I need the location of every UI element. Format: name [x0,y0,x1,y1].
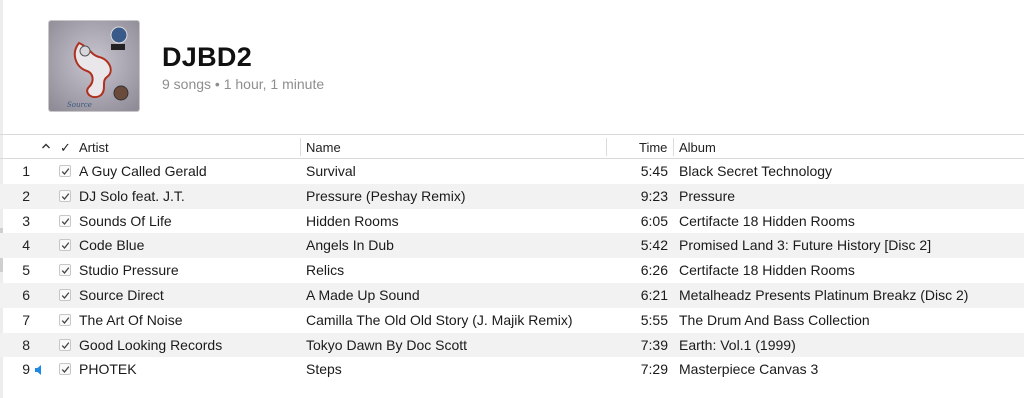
playlist-header: Source DJBD2 9 songs • 1 hour, 1 minute [0,0,1024,133]
track-row[interactable]: 4 Code Blue Angels In Dub 5:42 Promised Land… [0,233,1024,259]
track-row[interactable]: 7 The Art Of Noise Camilla The Old Old Sto… [0,308,1024,333]
album-artwork[interactable]: Source [49,21,139,111]
column-header-artist[interactable]: Artist [79,140,109,155]
track-checkbox[interactable] [59,313,71,326]
column-header-time[interactable]: Time [639,140,667,155]
column-header-album[interactable]: Album [679,140,716,155]
track-checkbox[interactable] [59,338,71,351]
track-time: 6:21 [640,286,668,303]
track-name: Camilla The Old Old Story (J. Majik Remi… [306,311,573,328]
track-name: Survival [306,163,356,179]
track-time: 5:42 [640,237,668,254]
track-artist: Good Looking Records [79,336,223,353]
track-artist: PHOTEK [79,361,137,378]
column-divider[interactable] [300,138,301,156]
svg-text:Source: Source [67,101,92,109]
column-header-name[interactable]: Name [306,140,341,155]
track-album: Certifacte 18 Hidden Rooms [679,212,855,229]
track-number: 6 [22,286,30,303]
playlist-title[interactable]: DJBD2 [162,42,252,73]
track-time: 6:26 [640,262,668,279]
track-artist: A Guy Called Gerald [79,163,207,179]
track-album: Certifacte 18 Hidden Rooms [679,262,855,279]
track-checkbox[interactable] [59,288,71,301]
track-artist: Source Direct [79,286,164,303]
track-name: Pressure (Peshay Remix) [306,187,466,204]
track-name: Relics [306,262,345,279]
track-artist: Sounds Of Life [79,212,172,229]
track-number: 2 [22,187,30,204]
track-album: Masterpiece Canvas 3 [679,361,819,378]
playlist-view: Source DJBD2 9 songs • 1 hour, 1 minute … [0,0,1024,398]
track-name: Tokyo Dawn By Doc Scott [306,336,468,353]
track-row[interactable]: 6 Source Direct A Made Up Sound 6:21 Metalhe… [0,282,1024,308]
track-checkbox[interactable] [59,189,71,202]
track-number: 7 [22,311,30,328]
track-checkbox[interactable] [59,239,71,252]
track-row[interactable]: 1 A Guy Called Gerald Survival 5:45 Black Se… [0,159,1024,184]
track-checkbox[interactable] [59,165,71,177]
track-checkbox[interactable] [59,363,71,376]
track-name: Hidden Rooms [306,212,399,229]
track-time: 9:23 [640,187,668,204]
track-artist: Code Blue [79,237,145,254]
track-time: 5:55 [640,311,668,328]
column-divider[interactable] [673,138,674,156]
track-row[interactable]: 9 PHOTEK Steps 7:29 Masterpiece Canvas 3 [0,357,1024,382]
track-album: Metalheadz Presents Platinum Breakz (Dis… [679,286,969,303]
track-number: 1 [22,163,30,179]
check-column-header[interactable]: ✓ [60,140,72,156]
track-time: 6:05 [640,212,668,229]
track-artist: DJ Solo feat. J.T. [79,187,185,204]
track-number: 3 [22,212,30,229]
track-number: 4 [22,237,30,254]
track-row[interactable]: 3 Sounds Of Life Hidden Rooms 6:05 Certifact… [0,209,1024,234]
track-checkbox[interactable] [59,264,71,277]
track-number: 9 [22,361,30,378]
track-artist: Studio Pressure [79,262,179,279]
track-row[interactable]: 8 Good Looking Records Tokyo Dawn By Doc S… [0,332,1024,358]
track-name: A Made Up Sound [306,286,420,303]
track-list: 1 A Guy Called Gerald Survival 5:45 Black Se… [0,159,1024,382]
track-album: Pressure [679,187,736,204]
track-artist: The Art Of Noise [79,311,183,328]
playlist-summary: 9 songs • 1 hour, 1 minute [162,76,325,92]
track-album: Black Secret Technology [679,163,833,179]
track-name: Angels In Dub [306,237,394,254]
track-album: The Drum And Bass Collection [679,311,870,328]
track-table: ✓ Artist Name Time Album 1 A Guy Called G… [0,134,1024,382]
track-album: Earth: Vol.1 (1999) [679,336,796,353]
track-album: Promised Land 3: Future History [Disc 2] [679,237,932,254]
track-time: 5:45 [640,163,668,179]
track-checkbox[interactable] [59,214,71,227]
track-row[interactable]: 2 DJ Solo feat. J.T. Pressure (Peshay Remi… [0,183,1024,209]
track-row[interactable]: 5 Studio Pressure Relics 6:26 Certifacte 18 … [0,258,1024,283]
track-name: Steps [306,361,342,378]
track-time: 7:39 [640,336,668,353]
table-header: ✓ Artist Name Time Album [0,134,1024,159]
track-number: 5 [22,262,30,279]
column-divider[interactable] [606,138,607,156]
track-number: 8 [22,336,30,353]
chevron-up-icon[interactable] [40,140,52,152]
track-time: 7:29 [640,361,668,378]
speaker-icon [34,363,46,376]
